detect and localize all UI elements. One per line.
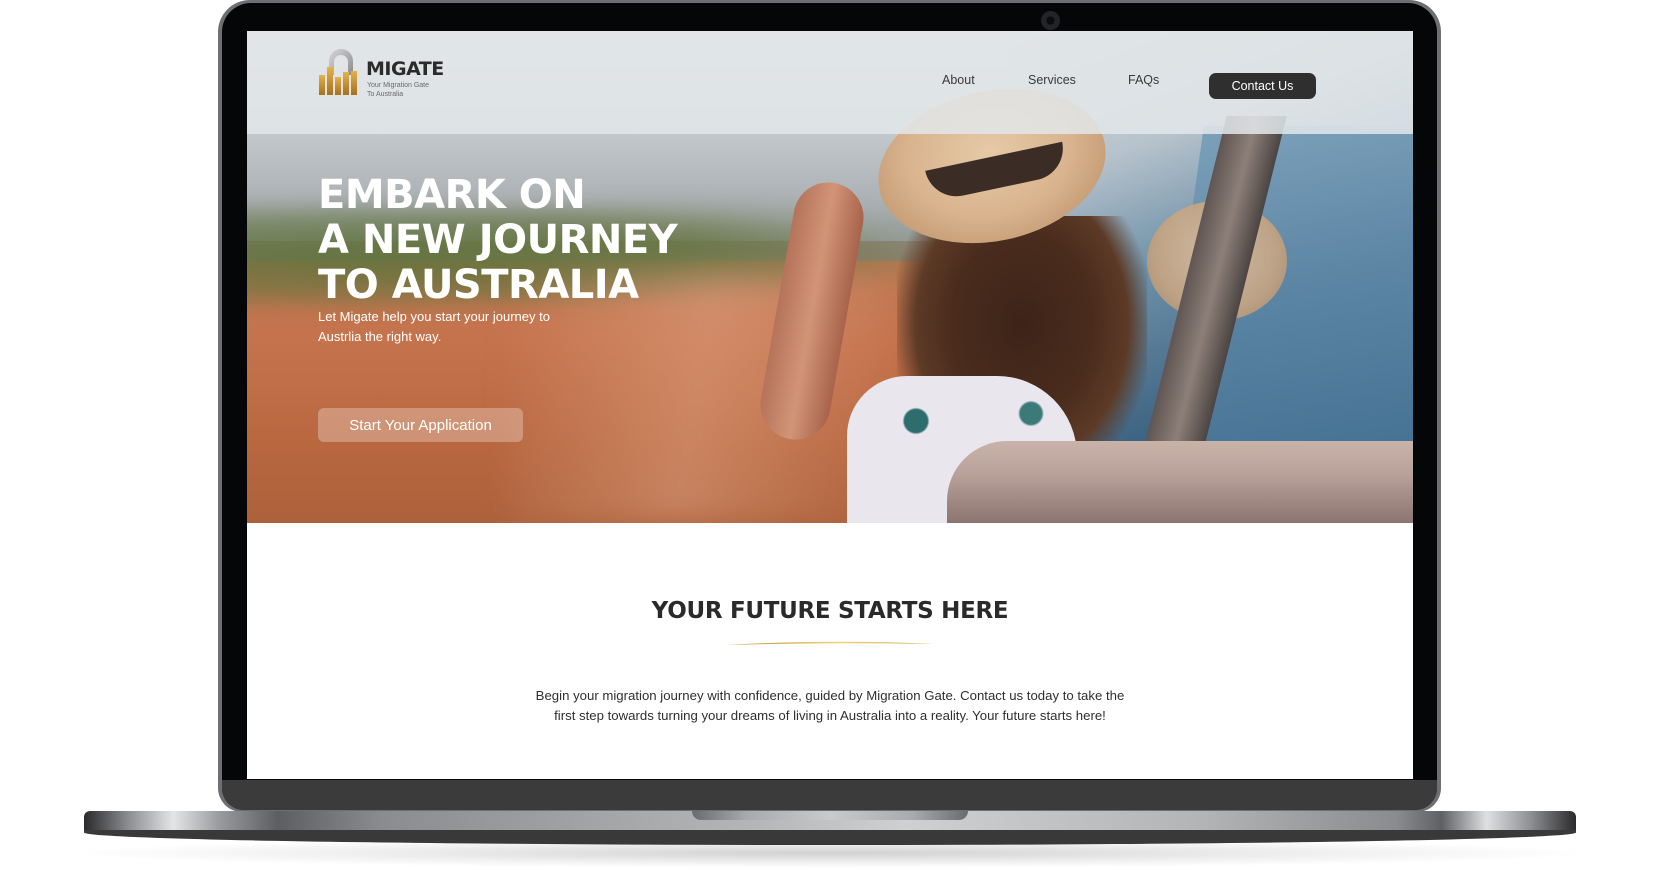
logo-tagline-line1: Your Migration Gate [367,82,429,89]
gold-underline-divider [727,641,933,645]
website-screen: MIGATE Your Migration Gate To Australia … [247,31,1413,779]
hero-car-door [947,441,1413,523]
laptop-chin [222,780,1437,810]
logo-gate-icon [319,49,357,95]
nav-about[interactable]: About [942,73,975,87]
nav-services[interactable]: Services [1028,73,1076,87]
section-body-text: Begin your migration journey with confid… [535,688,1125,723]
logo-tagline-line2: To Australia [367,91,404,98]
site-header: MIGATE Your Migration Gate To Australia … [247,31,1413,134]
hero-subtitle: Let Migate help you start your journey t… [318,307,598,347]
start-application-button[interactable]: Start Your Application [318,408,523,442]
laptop-base [84,811,1576,845]
hero-subtitle-line: Let Migate help you start your journey t… [318,309,550,324]
contact-us-button[interactable]: Contact Us [1209,73,1316,99]
hero-title-line: EMBARK ON [318,172,586,218]
laptop-notch [692,811,968,820]
logo-tagline: Your Migration Gate To Australia [367,81,457,99]
nav-faqs[interactable]: FAQs [1128,73,1159,87]
camera-icon [1041,11,1060,30]
section-title: YOUR FUTURE STARTS HERE [651,598,1009,624]
site-logo[interactable]: MIGATE Your Migration Gate To Australia [317,45,457,105]
hero-subtitle-line: Austrlia the right way. [318,329,442,344]
hero-title: EMBARK ON A NEW JOURNEY TO AUSTRALIA [318,172,678,308]
hero-title-line: TO AUSTRALIA [318,262,639,308]
hero-title-line: A NEW JOURNEY [318,217,678,263]
logo-title: MIGATE [366,58,444,80]
laptop-base-bottom [84,830,1576,845]
